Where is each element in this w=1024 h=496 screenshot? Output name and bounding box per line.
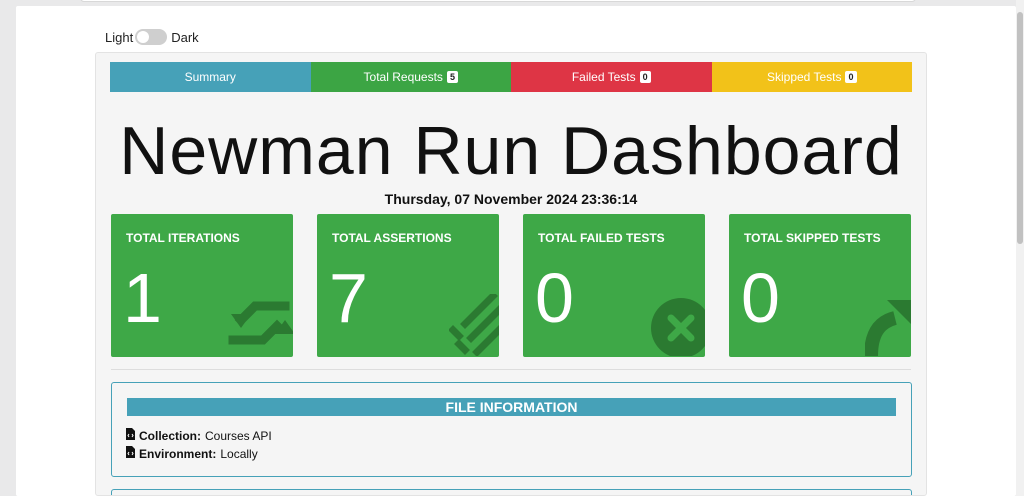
tab-total-requests[interactable]: Total Requests 5	[310, 62, 511, 92]
file-information-header: FILE INFORMATION	[127, 398, 896, 416]
dark-label: Dark	[171, 29, 199, 45]
file-code-icon	[126, 446, 135, 461]
card-title: TOTAL ASSERTIONS	[332, 231, 452, 245]
card-total-skipped-tests: TOTAL SKIPPED TESTS 0	[729, 214, 911, 357]
environment-label: Environment:	[139, 446, 217, 461]
section-divider	[111, 369, 911, 370]
environment-row: Environment: Locally	[126, 446, 258, 461]
tab-summary-label: Summary	[184, 70, 236, 84]
skipped-tests-badge: 0	[845, 71, 857, 83]
tab-failed-tests[interactable]: Failed Tests 0	[511, 62, 712, 92]
tab-skipped-tests-label: Skipped Tests	[766, 70, 842, 84]
theme-toggle: Light Dark	[105, 28, 199, 46]
dashboard-title: Newman Run Dashboard	[119, 113, 903, 189]
card-value: 0	[741, 259, 780, 337]
failed-tests-badge: 0	[639, 71, 651, 83]
collection-value: Courses API	[205, 428, 272, 443]
card-value: 7	[329, 259, 368, 337]
tab-summary[interactable]: Summary	[110, 62, 311, 92]
total-requests-badge: 5	[446, 71, 458, 83]
environment-value: Locally	[220, 446, 258, 461]
page-scrollbar[interactable]	[1016, 0, 1024, 496]
list-check-icon	[448, 291, 499, 357]
scrollbar-thumb[interactable]	[1017, 12, 1023, 244]
tab-failed-tests-label: Failed Tests	[571, 70, 636, 84]
card-title: TOTAL FAILED TESTS	[538, 231, 665, 245]
collection-row: Collection: Courses API	[126, 428, 272, 443]
next-section-panel	[111, 489, 912, 495]
tab-skipped-tests[interactable]: Skipped Tests 0	[711, 62, 912, 92]
collection-label: Collection:	[139, 428, 201, 443]
repeat-icon	[223, 290, 293, 357]
card-title: TOTAL SKIPPED TESTS	[744, 231, 881, 245]
theme-switch[interactable]	[135, 29, 168, 45]
card-value: 0	[535, 259, 574, 337]
file-code-icon	[126, 428, 135, 443]
card-title: TOTAL ITERATIONS	[126, 231, 240, 245]
run-datetime: Thursday, 07 November 2024 23:36:14	[384, 191, 638, 207]
card-total-assertions: TOTAL ASSERTIONS 7	[317, 214, 499, 357]
file-information-panel: FILE INFORMATION Collection: Courses API…	[111, 382, 912, 477]
stat-cards: TOTAL ITERATIONS 1 TOTAL ASSERTIONS 7 TO…	[111, 214, 911, 357]
dashboard-panel: Summary Total Requests 5 Failed Tests 0 …	[95, 52, 927, 496]
tab-total-requests-label: Total Requests	[363, 70, 443, 84]
share-arrow-icon	[864, 294, 911, 357]
card-total-failed-tests: TOTAL FAILED TESTS 0	[523, 214, 705, 357]
top-panel-edge	[80, 0, 916, 2]
card-value: 1	[123, 259, 162, 337]
summary-tabs: Summary Total Requests 5 Failed Tests 0 …	[110, 62, 912, 92]
card-total-iterations: TOTAL ITERATIONS 1	[111, 214, 293, 357]
times-circle-icon	[649, 294, 705, 357]
light-label: Light	[105, 29, 134, 45]
